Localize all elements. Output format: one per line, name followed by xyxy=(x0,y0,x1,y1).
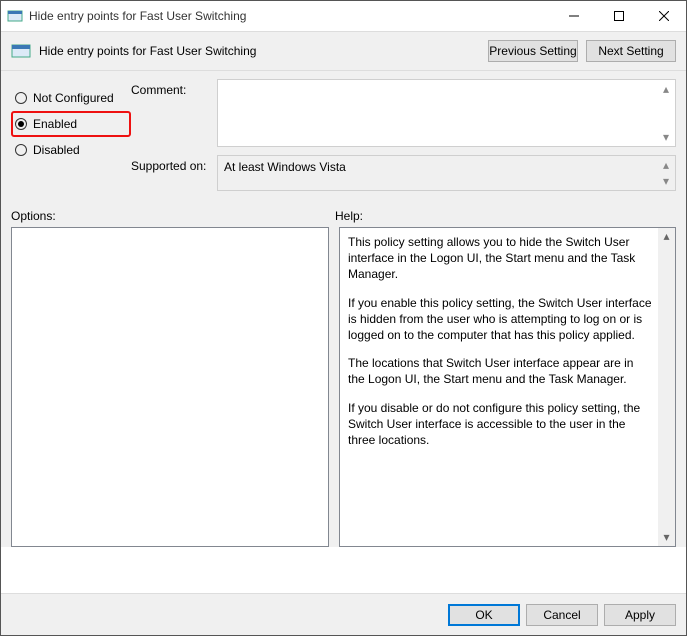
previous-setting-label: Previous Setting xyxy=(489,44,576,58)
help-text: This policy setting allows you to hide t… xyxy=(348,234,653,283)
section-labels: Options: Help: xyxy=(1,199,686,227)
options-panel xyxy=(11,227,329,547)
comment-value xyxy=(218,80,675,88)
maximize-button[interactable] xyxy=(596,1,641,31)
policy-icon xyxy=(11,41,31,61)
chevron-up-icon[interactable]: ▴ xyxy=(659,82,673,96)
ok-label: OK xyxy=(475,608,492,622)
close-button[interactable] xyxy=(641,1,686,31)
help-text: If you enable this policy setting, the S… xyxy=(348,295,653,344)
next-setting-label: Next Setting xyxy=(598,44,663,58)
radio-label: Enabled xyxy=(33,117,77,131)
chevron-up-icon[interactable]: ▴ xyxy=(658,228,675,245)
header-title: Hide entry points for Fast User Switchin… xyxy=(39,44,480,58)
supported-on-value: At least Windows Vista xyxy=(224,160,346,174)
cancel-button[interactable]: Cancel xyxy=(526,604,598,626)
comment-label: Comment: xyxy=(131,79,217,147)
radio-icon xyxy=(15,92,27,104)
radio-icon xyxy=(15,144,27,156)
options-label: Options: xyxy=(11,209,335,223)
help-text: If you disable or do not configure this … xyxy=(348,400,653,449)
radio-not-configured[interactable]: Not Configured xyxy=(11,85,131,111)
window-title: Hide entry points for Fast User Switchin… xyxy=(29,9,551,23)
panels: This policy setting allows you to hide t… xyxy=(1,227,686,547)
chevron-down-icon[interactable]: ▾ xyxy=(658,529,675,546)
comment-input[interactable]: ▴ ▾ xyxy=(217,79,676,147)
header: Hide entry points for Fast User Switchin… xyxy=(1,31,686,71)
help-panel: This policy setting allows you to hide t… xyxy=(339,227,676,547)
radio-label: Disabled xyxy=(33,143,80,157)
radio-icon xyxy=(15,118,27,130)
apply-button[interactable]: Apply xyxy=(604,604,676,626)
scrollbar[interactable]: ▴ ▾ xyxy=(658,228,675,546)
apply-label: Apply xyxy=(625,608,655,622)
cancel-label: Cancel xyxy=(543,608,580,622)
titlebar: Hide entry points for Fast User Switchin… xyxy=(1,1,686,31)
radio-enabled[interactable]: Enabled xyxy=(11,111,131,137)
config-area: Not Configured Enabled Disabled Comment:… xyxy=(1,71,686,199)
next-setting-button[interactable]: Next Setting xyxy=(586,40,676,62)
chevron-up-icon[interactable]: ▴ xyxy=(659,158,673,172)
previous-setting-button[interactable]: Previous Setting xyxy=(488,40,578,62)
help-label: Help: xyxy=(335,209,363,223)
footer: OK Cancel Apply xyxy=(1,593,686,635)
supported-on-value-box: At least Windows Vista ▴ ▾ xyxy=(217,155,676,191)
radio-disabled[interactable]: Disabled xyxy=(11,137,131,163)
state-radio-group: Not Configured Enabled Disabled xyxy=(11,79,131,199)
help-text: The locations that Switch User interface… xyxy=(348,355,653,387)
minimize-button[interactable] xyxy=(551,1,596,31)
ok-button[interactable]: OK xyxy=(448,604,520,626)
policy-icon xyxy=(7,8,23,24)
radio-label: Not Configured xyxy=(33,91,114,105)
chevron-down-icon[interactable]: ▾ xyxy=(659,130,673,144)
chevron-down-icon[interactable]: ▾ xyxy=(659,174,673,188)
supported-on-label: Supported on: xyxy=(131,155,217,191)
